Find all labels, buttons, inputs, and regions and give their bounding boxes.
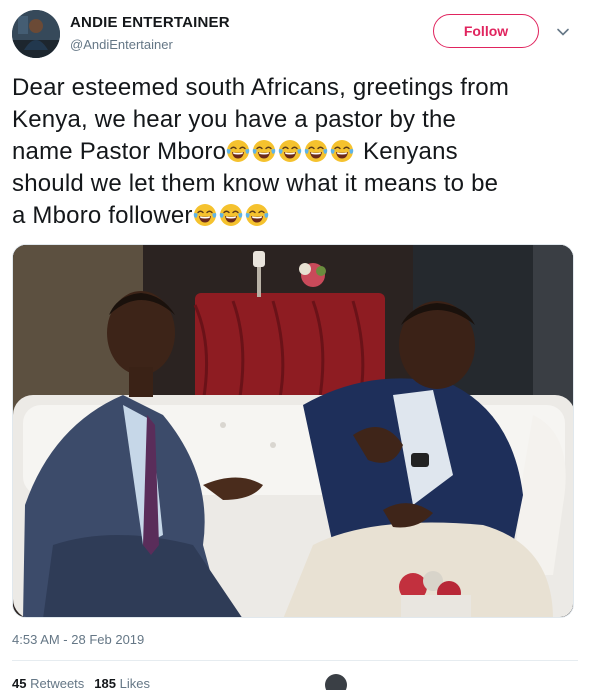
follow-button[interactable]: Follow: [433, 14, 539, 48]
chevron-down-icon[interactable]: [555, 24, 571, 40]
tweet-line-part: Kenyans: [356, 138, 458, 165]
tweet-line-part: a Mboro follower: [12, 202, 193, 229]
likes-count: 185: [94, 676, 116, 690]
tweet-line: a Mboro follower: [12, 200, 578, 232]
tweet-timestamp[interactable]: 4:53 AM - 28 Feb 2019: [12, 632, 144, 647]
tweet-photo[interactable]: [12, 244, 574, 618]
tweet-line: name Pastor Mboro Kenyans: [12, 136, 578, 168]
joy-emoji-icon: [193, 203, 217, 227]
joy-emoji-icon: [304, 139, 328, 163]
divider: [12, 660, 578, 661]
joy-emoji-icon: [245, 203, 269, 227]
liker-avatar[interactable]: [325, 674, 347, 690]
joy-emoji-icon: [330, 139, 354, 163]
account-names[interactable]: ANDIE ENTERTAINER @AndiEntertainer: [70, 14, 230, 52]
profile-avatar[interactable]: [12, 10, 60, 58]
tweet-text: Dear esteemed south Africans, greetings …: [12, 72, 578, 232]
likes-label: Likes: [119, 676, 150, 690]
likes-stat[interactable]: 185 Likes: [94, 676, 150, 690]
tweet-stats: 45 Retweets 185 Likes: [12, 676, 150, 690]
display-name[interactable]: ANDIE ENTERTAINER: [70, 14, 230, 31]
retweets-count: 45: [12, 676, 27, 690]
joy-emoji-icon: [252, 139, 276, 163]
tweet-line: Kenya, we hear you have a pastor by the: [12, 106, 457, 133]
tweet-line-part: name Pastor Mboro: [12, 138, 227, 165]
joy-emoji-icon: [219, 203, 243, 227]
retweets-stat[interactable]: 45 Retweets: [12, 676, 84, 690]
joy-emoji-icon: [278, 139, 302, 163]
tweet-header: ANDIE ENTERTAINER @AndiEntertainer Follo…: [12, 10, 578, 58]
account-handle[interactable]: @AndiEntertainer: [70, 37, 230, 52]
tweet-line: should we let them know what it means to…: [12, 170, 499, 197]
tweet-line: Dear esteemed south Africans, greetings …: [12, 74, 510, 101]
retweets-label: Retweets: [30, 676, 85, 690]
joy-emoji-icon: [226, 139, 250, 163]
